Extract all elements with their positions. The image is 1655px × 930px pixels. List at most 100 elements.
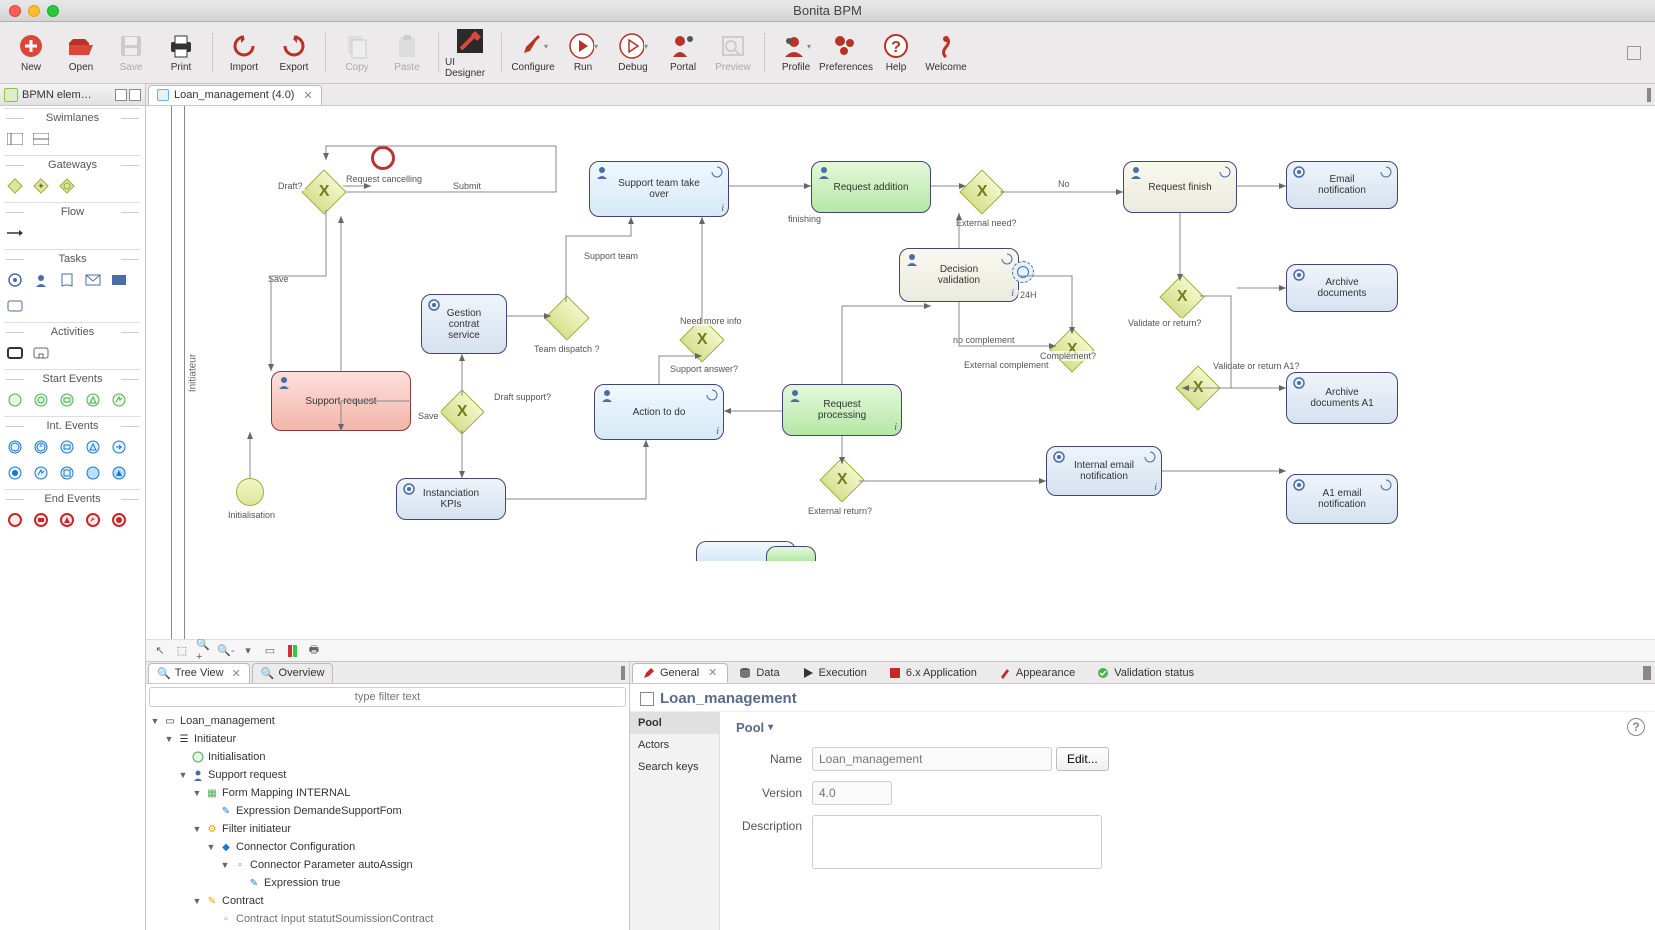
sidebar-item-pool[interactable]: Pool: [630, 712, 719, 734]
task-gestion[interactable]: Gestion contrat service: [421, 294, 507, 354]
subprocess-icon[interactable]: [32, 344, 50, 362]
task-take-over[interactable]: Support team take over i: [589, 161, 729, 217]
help-button[interactable]: ?Help: [871, 24, 921, 82]
tab-6x-application[interactable]: 6.x Application: [878, 663, 988, 683]
tree-row-initiateur[interactable]: ▼☰Initiateur: [150, 730, 625, 748]
and-gateway-icon[interactable]: +: [32, 177, 50, 195]
portal-button[interactable]: Portal: [658, 24, 708, 82]
run-button[interactable]: ▾Run: [558, 24, 608, 82]
print-diagram-icon[interactable]: 🖶: [306, 643, 322, 659]
close-icon[interactable]: ✕: [708, 666, 717, 679]
int-timer-icon[interactable]: [32, 438, 50, 456]
end-event-cancel[interactable]: [371, 146, 395, 170]
abstract-task-icon[interactable]: [6, 297, 24, 315]
tab-overview[interactable]: 🔍Overview: [252, 663, 334, 683]
maximize-icon[interactable]: [623, 666, 625, 680]
tree-row-root[interactable]: ▼▭Loan_management: [150, 712, 625, 730]
task-partial-2[interactable]: [766, 546, 816, 561]
task-archive-a1[interactable]: Archive documents A1: [1286, 372, 1398, 424]
task-addition[interactable]: Request addition: [811, 161, 931, 213]
task-archive[interactable]: Archive documents: [1286, 264, 1398, 312]
start-event-icon[interactable]: [6, 391, 24, 409]
int-catch-icon[interactable]: [6, 438, 24, 456]
welcome-button[interactable]: Welcome: [921, 24, 971, 82]
open-button[interactable]: Open: [56, 24, 106, 82]
tab-appearance[interactable]: Appearance: [988, 663, 1086, 683]
script-task-icon[interactable]: [58, 271, 76, 289]
sidebar-item-actors[interactable]: Actors: [630, 734, 719, 756]
gateway-external-return[interactable]: X: [819, 457, 864, 502]
end-event-icon[interactable]: [6, 511, 24, 529]
flow-arrow-icon[interactable]: [6, 224, 24, 242]
end-message-icon[interactable]: [32, 511, 50, 529]
maximize-icon[interactable]: [1649, 666, 1651, 680]
int-link-icon[interactable]: [110, 438, 128, 456]
maximize-icon[interactable]: [129, 89, 141, 101]
zoom-menu-icon[interactable]: ▾: [240, 643, 256, 659]
end-terminate-icon[interactable]: [110, 511, 128, 529]
tree-row-connector-cfg[interactable]: ▼◆Connector Configuration: [150, 838, 625, 856]
int-message-icon[interactable]: [58, 438, 76, 456]
zoom-out-icon[interactable]: 🔍-: [218, 643, 234, 659]
export-button[interactable]: Export: [269, 24, 319, 82]
tree-filter-input[interactable]: [149, 687, 626, 707]
maximize-editor-icon[interactable]: [1649, 88, 1651, 102]
tab-general[interactable]: General✕: [632, 663, 728, 683]
diagram-canvas[interactable]: Initiateur Initialisation Support reques…: [146, 106, 1655, 639]
boundary-timer-24h[interactable]: [1012, 261, 1034, 283]
start-error-icon[interactable]: [110, 391, 128, 409]
name-field[interactable]: [812, 747, 1052, 771]
or-gateway-icon[interactable]: [58, 177, 76, 195]
tab-validation[interactable]: Validation status: [1086, 663, 1205, 683]
send-task-icon[interactable]: [84, 271, 102, 289]
tree-row-support-request[interactable]: ▼Support request: [150, 766, 625, 784]
tree-row-contract-input[interactable]: ▫Contract Input statutSoumissionContract: [150, 910, 625, 928]
end-signal-icon[interactable]: [58, 511, 76, 529]
tree-body[interactable]: ▼▭Loan_management ▼☰Initiateur Initialis…: [146, 710, 629, 930]
int-throw-icon[interactable]: [6, 464, 24, 482]
help-icon[interactable]: ?: [1627, 718, 1645, 736]
preferences-button[interactable]: Preferences: [821, 24, 871, 82]
editor-tab-loan[interactable]: Loan_management (4.0) ✕: [148, 85, 322, 105]
task-finish[interactable]: Request finish: [1123, 161, 1237, 213]
start-message-icon[interactable]: [58, 391, 76, 409]
int-error-icon[interactable]: [32, 464, 50, 482]
lane-icon[interactable]: [32, 130, 50, 148]
gateway-validate-return[interactable]: X: [1159, 274, 1204, 319]
import-button[interactable]: Import: [219, 24, 269, 82]
gateway-draft-support[interactable]: X: [439, 389, 484, 434]
tree-row-filter[interactable]: ▼⚙Filter initiateur: [150, 820, 625, 838]
close-tab-icon[interactable]: ✕: [232, 667, 241, 680]
print-button[interactable]: Print: [156, 24, 206, 82]
debug-button[interactable]: ▾Debug: [608, 24, 658, 82]
receive-task-icon[interactable]: [110, 271, 128, 289]
preview-button[interactable]: Preview: [708, 24, 758, 82]
gateway-draft[interactable]: X: [301, 169, 346, 214]
xor-gateway-icon[interactable]: [6, 177, 24, 195]
tree-row-initialisation[interactable]: Initialisation: [150, 748, 625, 766]
perspective-icon[interactable]: [1627, 46, 1641, 60]
task-processing[interactable]: Request processing i: [782, 384, 902, 436]
copy-button[interactable]: Copy: [332, 24, 382, 82]
end-error-icon[interactable]: [84, 511, 102, 529]
save-button[interactable]: Save: [106, 24, 156, 82]
tree-row-connector-param[interactable]: ▼▫Connector Parameter autoAssign: [150, 856, 625, 874]
sidebar-item-searchkeys[interactable]: Search keys: [630, 756, 719, 778]
gateway-complement[interactable]: X: [1049, 327, 1094, 372]
tree-row-form-mapping[interactable]: ▼▦Form Mapping INTERNAL: [150, 784, 625, 802]
pool-icon[interactable]: [6, 130, 24, 148]
task-support-request[interactable]: Support request: [271, 371, 411, 431]
profile-button[interactable]: ▾Profile: [771, 24, 821, 82]
task-instanciation[interactable]: Instanciation KPIs: [396, 478, 506, 520]
minimize-icon[interactable]: [115, 89, 127, 101]
task-email[interactable]: Email notification: [1286, 161, 1398, 209]
tab-execution[interactable]: Execution: [791, 663, 878, 683]
edit-name-button[interactable]: Edit...: [1056, 747, 1109, 771]
int-signal-icon[interactable]: [84, 438, 102, 456]
zoom-in-icon[interactable]: 🔍+: [196, 643, 212, 659]
layout-icon[interactable]: ▭: [262, 643, 278, 659]
int-cond-icon[interactable]: [58, 464, 76, 482]
gateway-external-need[interactable]: X: [959, 169, 1004, 214]
task-internal-email[interactable]: Internal email notification i: [1046, 446, 1162, 496]
service-task-icon[interactable]: [6, 271, 24, 289]
